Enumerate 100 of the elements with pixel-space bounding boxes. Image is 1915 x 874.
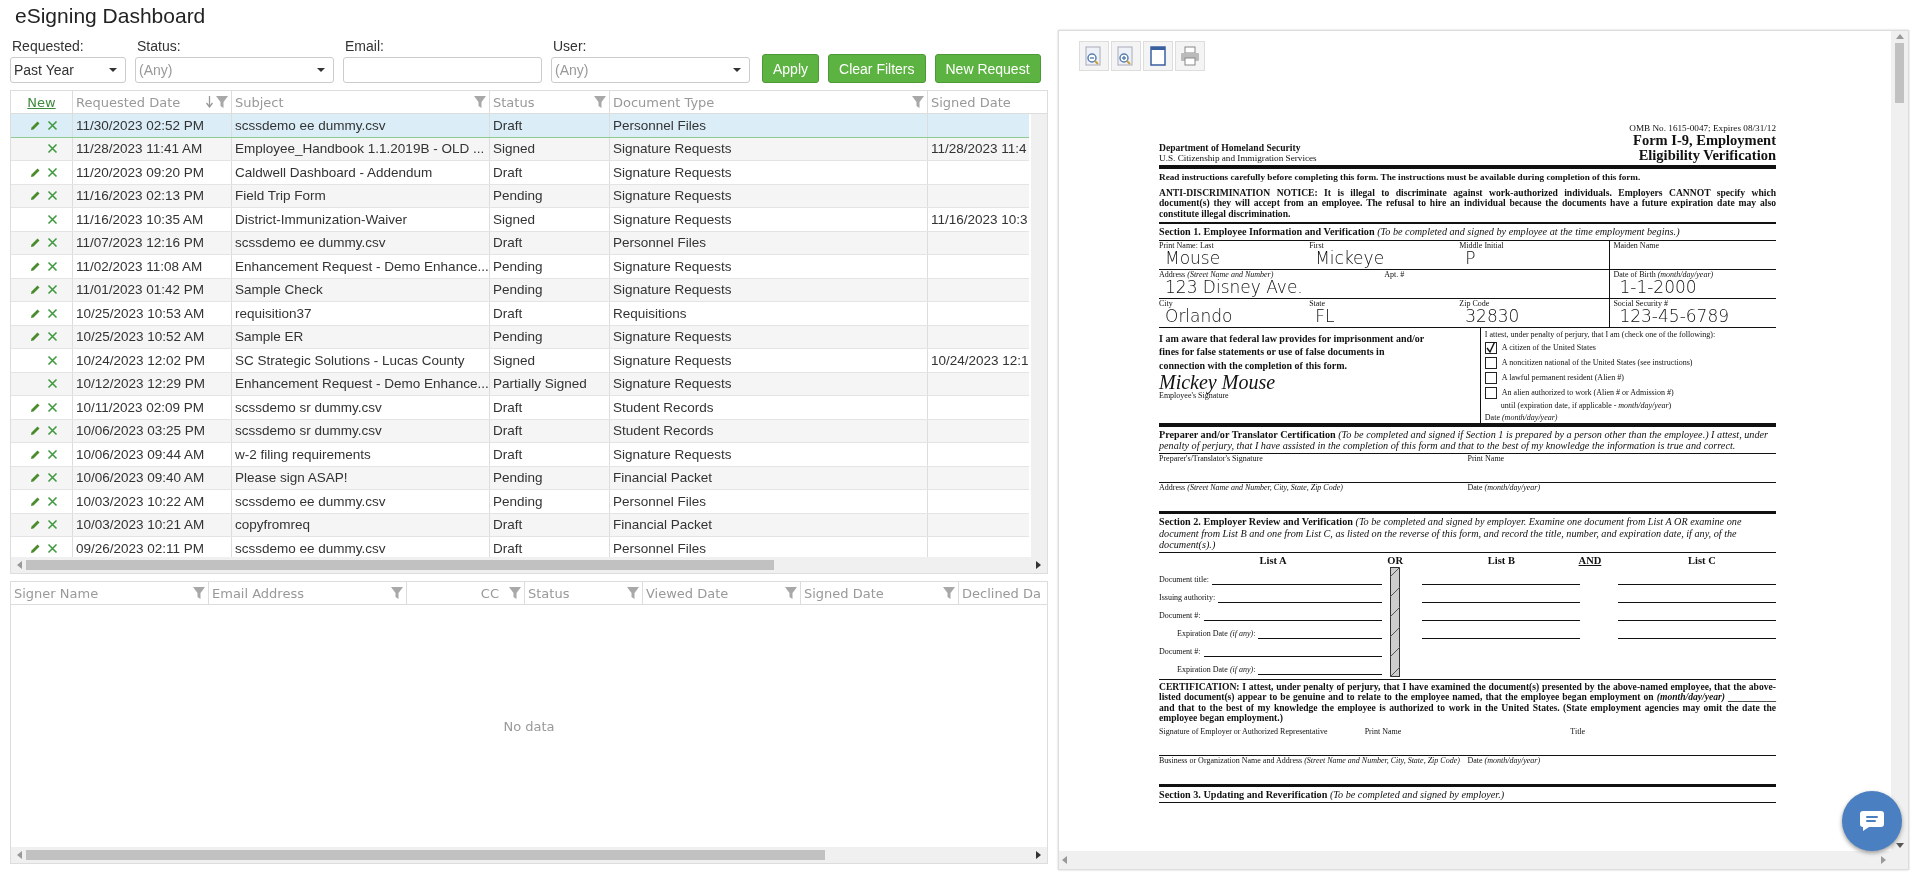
- close-icon[interactable]: [47, 190, 58, 202]
- close-icon[interactable]: [47, 472, 58, 484]
- table-row[interactable]: 11/07/2023 12:16 PM scssdemo ee dummy.csv Draft Personnel Files: [11, 231, 1029, 255]
- table-row[interactable]: 11/28/2023 11:41 AM Employee_Handbook 1.1.2019B - OLD ... Signed Signature Requests 11/28/2023 11:4: [11, 137, 1029, 161]
- filter-icon[interactable]: [193, 587, 205, 599]
- scrollbar[interactable]: [1891, 31, 1908, 851]
- pencil-icon[interactable]: [30, 472, 41, 484]
- scrollbar-thumb[interactable]: [26, 560, 774, 570]
- table-row[interactable]: 11/02/2023 11:08 AM Enhancement Request - Demo Enhance... Pending Signature Requests: [11, 255, 1029, 279]
- scroll-up-icon[interactable]: [1895, 34, 1904, 39]
- table-cell: 11/16/2023 02:13 PM: [73, 184, 232, 207]
- filter-icon[interactable]: [509, 587, 521, 599]
- scroll-down-icon[interactable]: [1895, 843, 1904, 848]
- agency-name: Department of Homeland Security: [1159, 142, 1302, 154]
- close-icon[interactable]: [47, 284, 58, 296]
- close-icon[interactable]: [47, 237, 58, 249]
- scroll-right-icon[interactable]: [1036, 561, 1041, 569]
- new-link[interactable]: New: [27, 94, 56, 110]
- email-field[interactable]: [343, 57, 542, 83]
- close-icon[interactable]: [47, 119, 58, 131]
- pencil-icon[interactable]: [30, 307, 41, 319]
- close-icon[interactable]: [47, 425, 58, 437]
- toolbar-button[interactable]: [1111, 41, 1141, 71]
- close-icon[interactable]: [47, 166, 58, 178]
- table-row[interactable]: 11/30/2023 02:52 PM scssdemo ee dummy.csv Draft Personnel Files: [11, 114, 1029, 138]
- pencil-icon[interactable]: [30, 260, 41, 272]
- handwritten-value: 123-45-6789: [1618, 308, 1731, 326]
- list-heading: AND: [1578, 555, 1603, 567]
- close-icon[interactable]: [47, 448, 58, 460]
- close-icon[interactable]: [47, 401, 58, 413]
- field-label: Document #:: [1159, 611, 1201, 621]
- table-row[interactable]: 10/25/2023 10:53 AM requisition37 Draft Requisitions: [11, 302, 1029, 326]
- scrollbar-thumb[interactable]: [26, 850, 825, 860]
- close-icon[interactable]: [47, 307, 58, 319]
- scrollbar[interactable]: [1059, 851, 1908, 869]
- scroll-left-icon[interactable]: [1062, 856, 1067, 864]
- filter-icon[interactable]: [627, 587, 639, 599]
- table-row[interactable]: 11/16/2023 10:35 AM District-Immunization-Waiver Signed Signature Requests 11/16/2023 10:3: [11, 208, 1029, 232]
- checkbox[interactable]: [1484, 357, 1497, 370]
- close-icon[interactable]: [47, 378, 58, 390]
- caret-icon: [733, 68, 741, 72]
- close-icon[interactable]: [47, 495, 58, 507]
- toolbar-button[interactable]: [1079, 41, 1109, 71]
- filter-icon[interactable]: [474, 96, 486, 108]
- table-row[interactable]: 10/11/2023 02:09 PM scssdemo sr dummy.csv Draft Student Records: [11, 396, 1029, 420]
- table-cell: SC Strategic Solutions - Lucas County: [232, 349, 490, 372]
- table-row[interactable]: 11/20/2023 09:20 PM Caldwell Dashboard - Addendum Draft Signature Requests: [11, 161, 1029, 185]
- scroll-left-icon[interactable]: [17, 561, 22, 569]
- scroll-right-icon[interactable]: [1036, 851, 1041, 859]
- close-icon[interactable]: [47, 143, 58, 155]
- pencil-icon[interactable]: [30, 190, 41, 202]
- checkbox[interactable]: [1484, 372, 1497, 385]
- empty-message: No data: [503, 718, 555, 734]
- scroll-left-icon[interactable]: [17, 851, 22, 859]
- sort-arrow-icon[interactable]: [206, 96, 213, 108]
- chat-button[interactable]: [1842, 791, 1902, 851]
- close-icon[interactable]: [47, 519, 58, 531]
- filter-icon[interactable]: [391, 587, 403, 599]
- table-row[interactable]: 10/25/2023 10:52 AM Sample ER Pending Signature Requests: [11, 325, 1029, 349]
- table-row[interactable]: 10/06/2023 09:44 AM w-2 filing requirements Draft Signature Requests: [11, 443, 1029, 467]
- table-row[interactable]: 10/24/2023 12:02 PM SC Strategic Solutions - Lucas County Signed Signature Requests 10/24/2023 12:1: [11, 349, 1029, 373]
- pencil-icon[interactable]: [30, 542, 41, 554]
- filter-icon[interactable]: [943, 587, 955, 599]
- toolbar-button[interactable]: [1143, 41, 1173, 71]
- table-row[interactable]: 10/06/2023 03:25 PM scssdemo sr dummy.csv Draft Student Records: [11, 419, 1029, 443]
- table-row[interactable]: 10/12/2023 12:29 PM Enhancement Request - Demo Enhance... Partially Signed Signature Requests: [11, 372, 1029, 396]
- table-row[interactable]: 10/03/2023 10:22 AM scssdemo ee dummy.csv Pending Personnel Files: [11, 490, 1029, 514]
- checkbox[interactable]: [1484, 342, 1497, 355]
- pencil-icon[interactable]: [30, 425, 41, 437]
- checkbox[interactable]: [1484, 387, 1497, 400]
- pencil-icon[interactable]: [30, 119, 41, 131]
- table-row[interactable]: 10/06/2023 09:40 AM Please sign ASAP! Pending Financial Packet: [11, 466, 1029, 490]
- pencil-icon[interactable]: [30, 448, 41, 460]
- table-cell: 10/12/2023 12:29 PM: [73, 372, 232, 395]
- table-row[interactable]: 10/03/2023 10:21 AM copyfromreq Draft Financial Packet: [11, 513, 1029, 537]
- pencil-icon[interactable]: [30, 237, 41, 249]
- pencil-icon[interactable]: [30, 331, 41, 343]
- scrollbar[interactable]: [1031, 114, 1047, 557]
- table-row[interactable]: 11/01/2023 01:42 PM Sample Check Pending Signature Requests: [11, 278, 1029, 302]
- field-label: Document #:: [1159, 647, 1201, 657]
- pencil-icon[interactable]: [30, 519, 41, 531]
- close-icon[interactable]: [47, 331, 58, 343]
- pencil-icon[interactable]: [30, 166, 41, 178]
- dropdown[interactable]: Past Year: [10, 57, 126, 83]
- filter-icon[interactable]: [594, 96, 606, 108]
- filter-icon[interactable]: [216, 96, 228, 108]
- pencil-icon[interactable]: [30, 495, 41, 507]
- filter-icon[interactable]: [912, 96, 924, 108]
- close-icon[interactable]: [47, 213, 58, 225]
- scrollbar[interactable]: [11, 847, 1047, 863]
- pencil-icon[interactable]: [30, 401, 41, 413]
- close-icon[interactable]: [47, 260, 58, 272]
- pencil-icon[interactable]: [30, 284, 41, 296]
- filter-icon[interactable]: [785, 587, 797, 599]
- scrollbar[interactable]: [11, 557, 1047, 573]
- scrollbar-thumb[interactable]: [1895, 43, 1904, 103]
- filter-label: User:: [552, 38, 588, 56]
- table-row[interactable]: 11/16/2023 02:13 PM Field Trip Form Pending Signature Requests: [11, 184, 1029, 208]
- close-icon[interactable]: [47, 542, 58, 554]
- close-icon[interactable]: [47, 354, 58, 366]
